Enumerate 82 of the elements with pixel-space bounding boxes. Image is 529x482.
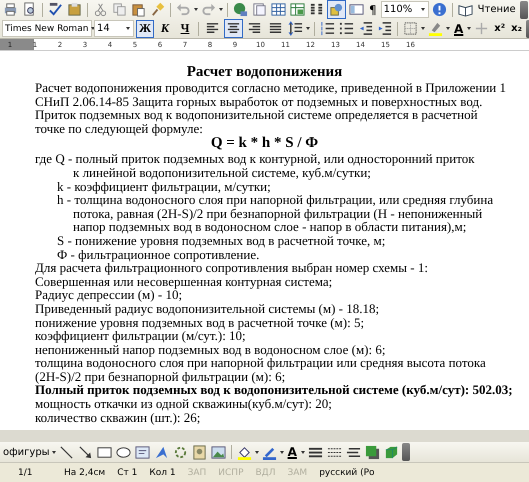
numbering-icon[interactable] [319,20,336,37]
arrow-tool-icon[interactable] [76,444,94,460]
document-text-line: S - понижение уровня подземных вод в расчетной точке, м; [56,234,386,248]
document-text-line: (2H-S)/2 при безнапорной фильтрации (м): 6; [35,370,286,384]
status-field: 1/1 [0,468,58,478]
status-field: ЗАМ [281,468,314,478]
font-color-button[interactable]: A [452,20,466,38]
align-center-icon[interactable] [224,19,243,38]
zoom-dropdown[interactable]: 110% [380,1,429,18]
tables-borders-icon[interactable] [251,1,268,18]
document-text-line: Совершенная или несовершенная контурная система; [35,274,334,288]
line-spacing-icon[interactable] [287,20,304,37]
show-formatting-button[interactable]: ¶ [367,0,379,18]
status-field: Кол 1 [143,468,182,478]
status-field: русский (Ро [313,468,381,478]
dropdown-arrow-icon[interactable] [52,450,56,454]
document-text-line: мощность откачки из одной скважины(куб.м/сут): 20; [35,397,332,411]
document-text-line: h - толщина водоносного слоя при напорной фильтрации, или средняя глубина [56,193,494,207]
dropdown-arrow-icon[interactable] [446,27,450,30]
dropdown-arrow-icon[interactable] [280,450,284,454]
border-icon[interactable] [402,20,419,37]
document-text-line: Полный приток подземных вод к водопонизительной системе (куб.м/сут): 502.03; [35,383,514,398]
text-style-button[interactable]: Ж [136,20,154,38]
dropdown-arrow-icon[interactable] [421,27,425,30]
dropdown-arrow-icon[interactable] [306,27,310,30]
textbox-icon[interactable] [134,444,151,460]
increase-indent-icon[interactable] [376,20,393,37]
drawing-toggle-icon[interactable] [327,0,346,19]
hyperlink-icon[interactable] [232,1,249,18]
reading-mode-button[interactable]: Чтение [476,0,518,18]
document-text-line: Приведенный радиус водопонизительной системы (м) - 18.18; [35,302,380,316]
subscript-button[interactable]: x₂ [509,20,524,38]
document-text-line: Радиус депрессии (м) - 10; [35,288,182,302]
document-text-line: коэффициент фильтрации (м/сут.): 10; [35,329,246,343]
shadow-icon[interactable] [364,444,381,460]
document-text-line: напор подземных вод в водоносном слое - напор в области питания),м; [72,220,468,234]
status-field: Ст 1 [111,468,144,478]
font-size-dropdown[interactable]: 14 [94,20,134,37]
dropdown-arrow-icon[interactable] [219,8,223,11]
text-style-button[interactable]: Ч [176,20,194,38]
font-color-button[interactable]: A [286,443,299,461]
dropdown-arrow-icon[interactable] [467,27,472,30]
spelling-icon[interactable] [47,1,64,18]
document-text-line: количество скважин (шт.): 26; [35,410,200,424]
toolbar-options-handle[interactable] [402,443,410,461]
document-text-line: точке по следующей формуле: [35,122,203,136]
clipart-icon[interactable] [190,444,208,460]
document-text-line: СНиП 2.06.14-85 Защита горных выработок от подземных и поверхностных вод. [35,94,482,108]
insert-table-icon[interactable] [270,1,287,18]
document-text-line: k - коэффициент фильтрации, м/сутки; [56,180,271,194]
status-field: На 2,4см [58,468,112,478]
document-text-line: к линейной водопонизительной системе, куб.м/сутки; [72,166,371,180]
print-icon[interactable] [2,1,19,18]
status-field: ВДЛ [250,468,282,478]
bullets-icon[interactable] [338,20,355,37]
document-text-line: непониженный напор подземных вод в водоносном слое (м): 6; [35,342,386,356]
document-text-line: Расчет водопонижения проводится согласно методике, приведенной в Приложении 1 [35,81,507,95]
dropdown-arrow-icon[interactable] [194,8,198,11]
document-text-line: понижение уровня подземных вод в расчетной точке (м): 5; [35,316,364,330]
superscript-button[interactable]: x² [492,20,508,38]
document-text-line: Расчет водопонижения [186,64,344,81]
document-text-line: Ф - фильтрационное сопротивление. [56,248,260,262]
cut-icon[interactable] [92,1,109,18]
document-text-line: толщина водоносного слоя при напорной фильтрации или средняя высота потока [35,356,487,370]
font-dropdown[interactable]: Times New Roman [2,20,92,37]
picture-icon[interactable] [210,444,227,460]
document-text-line: Приток подземных вод к водопонизительной системе определяется в расчетной [35,108,478,122]
text-style-button[interactable]: К [156,20,174,38]
line-tool-icon[interactable] [58,444,75,460]
document-text-line: Q = k * h * S / Ф [210,135,320,152]
toolbar-options-handle[interactable] [520,0,528,18]
spreadsheet-icon[interactable] [289,1,306,18]
shapes-menu[interactable]: офигуры [3,446,50,458]
document-text-line: где Q - полный приток подземных вод к контурной, или односторонний приток [35,152,476,166]
status-field: ЗАП [182,468,212,478]
dropdown-arrow-icon[interactable] [254,450,259,454]
document-text-line: потока, равная (2H-S)/2 при безнапорной фильтрации (H - непониженный [72,206,482,220]
help-icon[interactable] [430,1,448,18]
status-field: ИСПР [212,468,250,478]
document-text-line: Для расчета фильтрационного сопротивления выбран номер схемы - 1: [35,261,429,275]
research-icon[interactable] [66,1,83,18]
dropdown-arrow-icon[interactable] [300,450,305,454]
